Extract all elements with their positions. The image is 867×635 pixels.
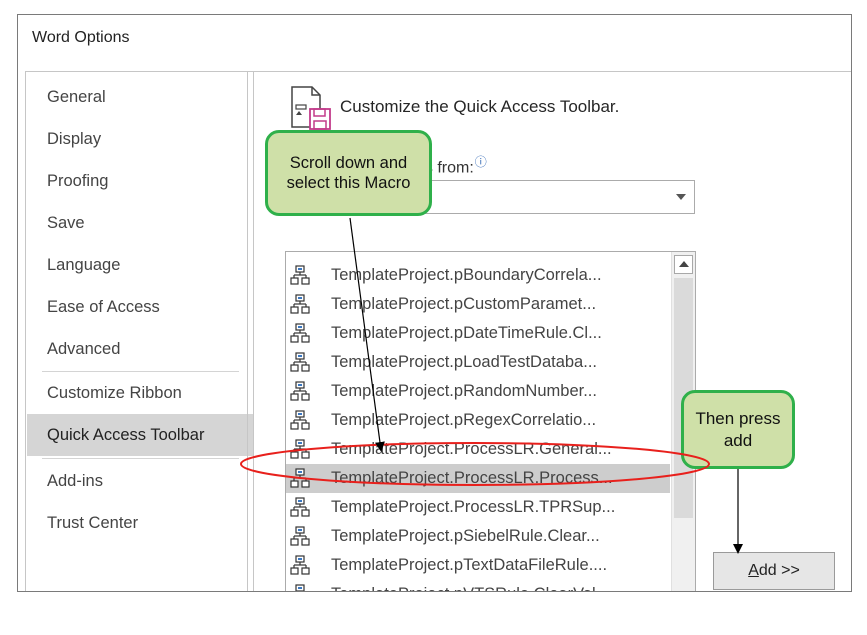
add-button-accel: A: [748, 562, 759, 579]
callout-press-add: Then press add: [681, 390, 795, 469]
sidebar-item-language[interactable]: Language: [27, 244, 253, 286]
add-button-label: dd >>: [758, 562, 800, 579]
command-list-item[interactable]: TemplateProject.ProcessLR.General...: [286, 435, 670, 464]
command-label: TemplateProject.pRegexCorrelatio...: [331, 411, 597, 429]
command-list-item[interactable]: TemplateProject.ProcessLR.TPRSup...: [286, 493, 670, 522]
callout-scroll-select: Scroll down and select this Macro: [265, 130, 432, 216]
chevron-down-icon: [676, 194, 686, 200]
command-label: TemplateProject.pVTSRule.ClearVal...: [331, 580, 609, 591]
command-list-item[interactable]: TemplateProject.pRandomNumber...: [286, 377, 670, 406]
sidebar-item-general[interactable]: General: [27, 76, 253, 118]
command-list-item[interactable]: TemplateProject.pSiebelRule.Clear...: [286, 522, 670, 551]
command-list-item[interactable]: TemplateProject.pLoadTestDataba...: [286, 348, 670, 377]
command-list-item[interactable]: TemplateProject.pRegexCorrelatio...: [286, 406, 670, 435]
command-label: TemplateProject.ProcessLR.General...: [331, 440, 612, 458]
sidebar-item-save[interactable]: Save: [27, 202, 253, 244]
command-list-item[interactable]: TemplateProject.ProcessLR.Process...: [286, 464, 670, 493]
commands-list[interactable]: TemplateProject.pBoundaryCorrela... Templ…: [285, 251, 696, 591]
macro-icon: [290, 265, 310, 285]
macro-icon: [290, 294, 310, 314]
command-label: TemplateProject.pDateTimeRule.Cl...: [331, 324, 602, 342]
command-label: TemplateProject.pRandomNumber...: [331, 382, 597, 400]
macro-icon: [290, 381, 310, 401]
macro-icon: [290, 555, 310, 575]
word-options-window: Word Options General Display Proofing Sa…: [17, 14, 852, 592]
command-label: TemplateProject.pSiebelRule.Clear...: [331, 527, 600, 545]
section-heading: Customize the Quick Access Toolbar.: [340, 97, 620, 116]
macro-icon: [290, 439, 310, 459]
command-label: TemplateProject.ProcessLR.TPRSup...: [331, 498, 616, 516]
macro-icon: [290, 352, 310, 372]
macro-icon: [290, 526, 310, 546]
command-label: TemplateProject.pCustomParamet...: [331, 295, 597, 313]
command-label: TemplateProject.pTextDataFileRule....: [331, 556, 608, 574]
add-button[interactable]: Add >>: [713, 552, 835, 590]
command-list-item[interactable]: TemplateProject.pCustomParamet...: [286, 290, 670, 319]
macro-icon: [290, 323, 310, 343]
sidebar-item-quick-access-toolbar[interactable]: Quick Access Toolbar: [27, 414, 253, 456]
sidebar-item-ease-of-access[interactable]: Ease of Access: [27, 286, 253, 328]
command-list-item[interactable]: TemplateProject.pBoundaryCorrela...: [286, 261, 670, 290]
command-list-item[interactable]: TemplateProject.pDateTimeRule.Cl...: [286, 319, 670, 348]
sidebar-item-customize-ribbon[interactable]: Customize Ribbon: [27, 372, 253, 414]
command-label: TemplateProject.pBoundaryCorrela...: [331, 266, 602, 284]
sidebar-item-display[interactable]: Display: [27, 118, 253, 160]
macro-icon: [290, 497, 310, 517]
macro-icon: [290, 410, 310, 430]
macro-icon: [295, 584, 305, 591]
command-list-item[interactable]: TemplateProject.pTextDataFileRule....: [286, 551, 670, 580]
quick-access-toolbar-icon: [291, 86, 331, 130]
window-title: Word Options: [32, 29, 130, 46]
options-sidebar: General Display Proofing Save Language E…: [25, 71, 254, 591]
sidebar-item-advanced[interactable]: Advanced: [27, 328, 253, 370]
command-label: TemplateProject.pLoadTestDataba...: [331, 353, 597, 371]
sidebar-divider: [42, 458, 239, 459]
sidebar-item-proofing[interactable]: Proofing: [27, 160, 253, 202]
info-icon: ⓘ: [474, 155, 487, 169]
sidebar-item-add-ins[interactable]: Add-ins: [27, 460, 253, 502]
macro-icon: [290, 468, 310, 488]
command-list-item[interactable]: TemplateProject.pVTSRule.ClearVal...: [286, 580, 670, 591]
scroll-up-button[interactable]: [674, 255, 693, 274]
command-label: TemplateProject.ProcessLR.Process...: [331, 469, 613, 487]
sidebar-item-trust-center[interactable]: Trust Center: [27, 502, 253, 544]
